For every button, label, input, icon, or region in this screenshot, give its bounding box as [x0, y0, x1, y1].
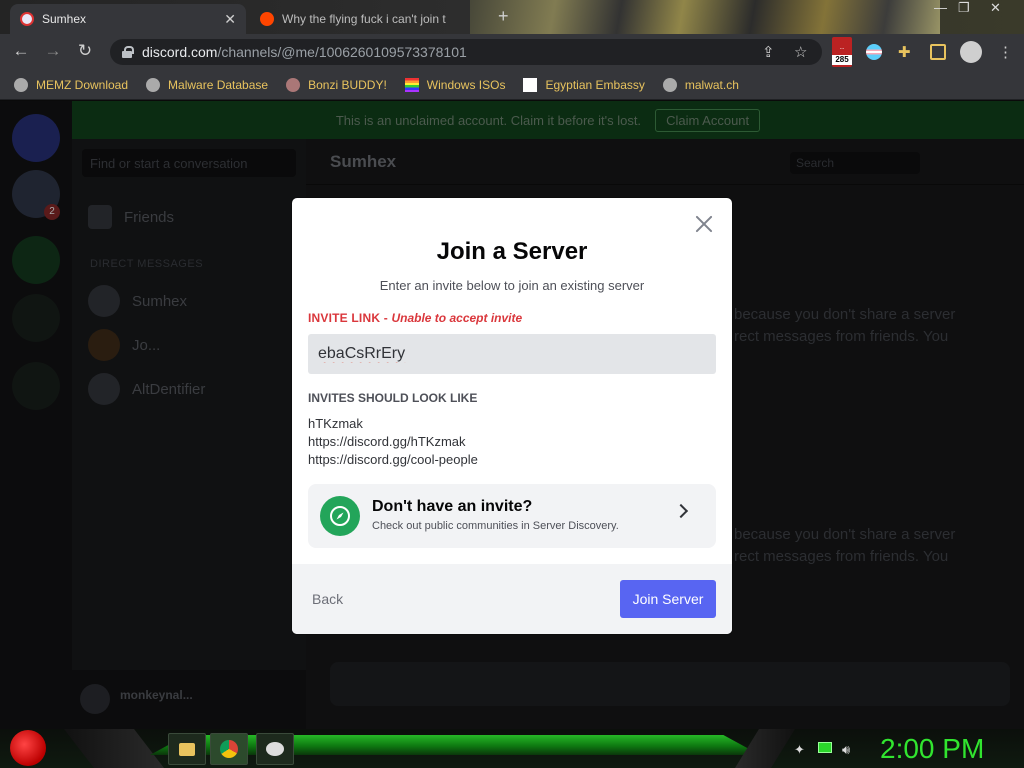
- username: monkeynal...: [120, 688, 193, 702]
- globe-icon: [146, 77, 161, 92]
- rainbow-flag-icon: [404, 77, 419, 92]
- compass-icon: [320, 496, 360, 536]
- paint-task[interactable]: [256, 733, 294, 765]
- notification-badge: 2: [44, 204, 60, 220]
- dm-item[interactable]: Sumhex: [88, 285, 187, 317]
- user-panel: monkeynal...: [72, 670, 306, 729]
- join-server-modal: Join a Server Enter an invite below to j…: [292, 198, 732, 634]
- reddit-favicon-icon: [260, 12, 274, 26]
- message-composer[interactable]: [330, 662, 1010, 706]
- file-explorer-task[interactable]: [168, 733, 206, 765]
- browser-toolbar: ← → ↻ discord.com/channels/@me/100626010…: [0, 34, 1024, 70]
- explore-icon[interactable]: [12, 294, 60, 342]
- bookmark-egyptian-embassy[interactable]: Egyptian Embassy: [523, 77, 645, 92]
- ghost-line: because you don't share a server: [734, 306, 956, 323]
- avatar[interactable]: [960, 41, 982, 63]
- chevron-right-icon: [673, 503, 689, 519]
- avatar: [88, 285, 120, 317]
- lock-icon: [122, 46, 134, 58]
- download-icon[interactable]: [12, 362, 60, 410]
- claim-account-button[interactable]: Claim Account: [655, 108, 761, 132]
- server-discovery-card[interactable]: Don't have an invite? Check out public c…: [308, 484, 716, 548]
- add-server-icon[interactable]: [12, 236, 60, 284]
- example-invite: hTKzmak: [308, 416, 363, 431]
- friends-icon: [88, 205, 112, 229]
- monitor-icon[interactable]: [818, 742, 832, 753]
- close-icon[interactable]: [692, 212, 716, 236]
- bookmarks-bar: MEMZ Download Malware Database Bonzi BUD…: [0, 70, 1024, 100]
- window-frame-theme: [470, 0, 940, 34]
- address-bar[interactable]: discord.com/channels/@me/100626010957337…: [110, 39, 822, 65]
- close-tab-icon[interactable]: ✕: [224, 11, 236, 28]
- minimize-icon[interactable]: —: [934, 0, 947, 15]
- discovery-title: Don't have an invite?: [372, 498, 533, 515]
- extension-badge[interactable]: .. 285: [832, 37, 852, 67]
- unclaimed-banner: This is an unclaimed account. Claim it b…: [72, 101, 1024, 139]
- invite-link-input[interactable]: [308, 334, 716, 374]
- friends-item[interactable]: Friends: [88, 202, 174, 232]
- tab-sumhex[interactable]: Sumhex ✕: [10, 4, 246, 34]
- ghost-line: rect messages from friends. You: [734, 548, 949, 565]
- wix-icon: [523, 77, 538, 92]
- bonzi-icon: [286, 77, 301, 92]
- discord-favicon-icon: [20, 12, 34, 26]
- ghost-line: rect messages from friends. You: [734, 328, 949, 345]
- chrome-icon: [220, 740, 238, 758]
- avatar[interactable]: [80, 684, 110, 714]
- side-panel-icon[interactable]: [930, 44, 946, 60]
- bookmark-star-icon[interactable]: ☆: [794, 43, 807, 61]
- new-tab-icon[interactable]: +: [498, 6, 509, 27]
- url-host: discord.com: [142, 44, 218, 60]
- dm-item[interactable]: Jo...: [88, 329, 160, 361]
- bookmark-memz[interactable]: MEMZ Download: [14, 77, 128, 92]
- bookmark-malware-db[interactable]: Malware Database: [146, 77, 268, 92]
- examples-heading: INVITES SHOULD LOOK LIKE: [308, 391, 478, 405]
- tab-reddit[interactable]: Why the flying fuck i can't join t: [250, 4, 490, 34]
- url-path: /channels/@me/1006260109573378101: [217, 44, 467, 60]
- menu-dots-icon[interactable]: ⋮: [998, 43, 1013, 61]
- modal-footer: Back Join Server: [292, 564, 732, 634]
- avatar: [88, 373, 120, 405]
- close-window-icon[interactable]: ✕: [990, 0, 1001, 16]
- chrome-task[interactable]: [210, 733, 248, 765]
- modal-subtitle: Enter an invite below to join an existin…: [379, 278, 645, 293]
- reload-icon[interactable]: ↻: [74, 40, 96, 62]
- back-arrow-icon[interactable]: ←: [10, 40, 32, 62]
- tab-title: Why the flying fuck i can't join t: [282, 12, 446, 26]
- conversation-search[interactable]: Find or start a conversation: [82, 149, 296, 177]
- tab-title: Sumhex: [42, 12, 87, 26]
- network-icon[interactable]: ✦: [794, 742, 805, 758]
- bookmark-windows-isos[interactable]: Windows ISOs: [404, 77, 505, 92]
- join-server-button[interactable]: Join Server: [620, 580, 716, 618]
- header-search[interactable]: Search: [790, 152, 920, 174]
- taskbar-clock[interactable]: 2:00 PM: [880, 733, 984, 765]
- extensions-puzzle-icon[interactable]: ✚: [898, 43, 911, 61]
- modal-title: Join a Server: [436, 238, 588, 265]
- invite-error: Unable to accept invite: [391, 311, 523, 325]
- globe-icon: [14, 77, 28, 92]
- back-button[interactable]: Back: [312, 591, 343, 607]
- profile-flag-icon[interactable]: [866, 44, 882, 60]
- bookmark-bonzi[interactable]: Bonzi BUDDY!: [286, 77, 387, 92]
- dm-header: DIRECT MESSAGES: [90, 258, 204, 270]
- start-button[interactable]: [10, 730, 46, 766]
- discord-home-icon[interactable]: [12, 114, 60, 162]
- forward-arrow-icon[interactable]: →: [42, 40, 64, 62]
- folder-icon: [179, 742, 195, 756]
- chat-title: Sumhex: [330, 152, 397, 171]
- invite-link-label: INVITE LINK - Unable to accept invite: [308, 311, 523, 325]
- example-invite: https://discord.gg/hTKzmak: [308, 434, 466, 449]
- discovery-subtitle: Check out public communities in Server D…: [372, 520, 619, 532]
- volume-icon[interactable]: 🔊︎: [842, 742, 850, 758]
- palette-icon: [266, 742, 284, 756]
- dm-item[interactable]: AltDentifier: [88, 373, 205, 405]
- avatar: [88, 329, 120, 361]
- example-invite: https://discord.gg/cool-people: [308, 452, 478, 467]
- maximize-icon[interactable]: ❐: [958, 0, 970, 16]
- bookmark-malwatch[interactable]: malwat.ch: [662, 77, 739, 92]
- share-icon[interactable]: ⇪: [762, 43, 775, 61]
- ghost-line: because you don't share a server: [734, 526, 956, 543]
- globe-icon: [662, 77, 677, 92]
